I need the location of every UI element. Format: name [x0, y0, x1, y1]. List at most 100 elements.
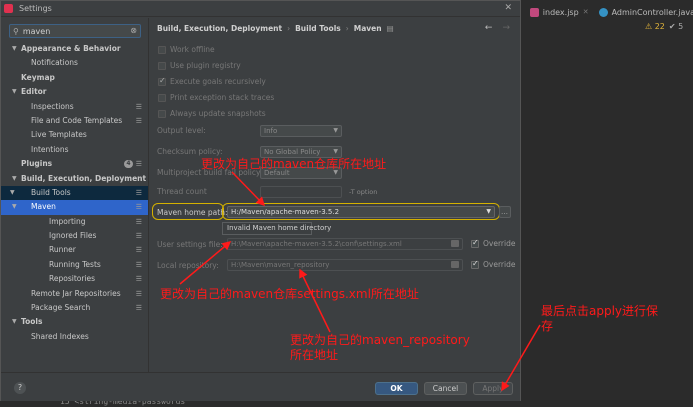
- editor-tabs: a✕ index.jsp✕ AdminController.java: [505, 3, 693, 21]
- tree-item-label: Live Templates: [31, 130, 87, 140]
- tree-item-build-execution-deployment[interactable]: ▼ Build, Execution, Deployment: [1, 172, 148, 186]
- chevron-down-icon: ▼: [333, 148, 338, 155]
- tree-item-label: Appearance & Behavior: [21, 44, 121, 53]
- tree-item-label: Tools: [21, 317, 43, 327]
- chevron-down-icon[interactable]: ▼: [10, 186, 15, 200]
- checksum-policy-label: Checksum policy:: [157, 147, 223, 156]
- tree-item-repositories[interactable]: Repositories ☰: [1, 272, 148, 286]
- chevron-down-icon[interactable]: ▼: [12, 200, 17, 214]
- breadcrumb: Build, Execution, Deployment › Build Too…: [157, 24, 394, 33]
- tree-item-label: Keymap: [21, 72, 55, 82]
- tree-item-label: Intentions: [31, 144, 69, 154]
- local-repo-input[interactable]: H:\Maven\maven_repository: [227, 259, 463, 271]
- java-class-icon: [598, 7, 608, 17]
- close-icon[interactable]: ✕: [583, 8, 589, 16]
- project-scope-icon: ☰: [135, 260, 142, 269]
- thread-count-input[interactable]: [260, 186, 342, 198]
- ok-button[interactable]: OK: [375, 382, 418, 395]
- tree-item-tools[interactable]: ▼ Tools: [1, 315, 148, 329]
- inspection-widget[interactable]: ⚠ 22 ✔ 5: [645, 22, 683, 31]
- tree-item-notifications[interactable]: Notifications: [1, 56, 148, 70]
- project-scope-icon: ☰: [135, 102, 142, 111]
- tree-item-label: Importing: [49, 216, 86, 226]
- stack-traces-checkbox[interactable]: [158, 93, 166, 102]
- validation-error-tooltip: Invalid Maven home directory: [222, 222, 331, 235]
- user-settings-input[interactable]: H:\Maven\apache-maven-3.5.2\conf\setting…: [227, 238, 463, 250]
- tree-item-appearance-behavior[interactable]: ▼ Appearance & Behavior: [1, 42, 148, 56]
- close-icon[interactable]: ✕: [504, 3, 512, 13]
- dialog-titlebar: Settings ✕: [1, 1, 520, 17]
- folder-icon[interactable]: [451, 261, 459, 268]
- breadcrumb-item: Build Tools: [295, 24, 341, 33]
- local-repo-override-checkbox[interactable]: [471, 259, 479, 269]
- back-arrow-icon[interactable]: ←: [485, 23, 493, 33]
- tree-item-package-search[interactable]: Package Search ☰: [1, 301, 148, 315]
- forward-arrow-icon[interactable]: →: [502, 23, 510, 33]
- tree-item-label: Inspections: [31, 101, 74, 111]
- chevron-down-icon[interactable]: ▼: [12, 85, 17, 99]
- editor-tab-index-jsp[interactable]: index.jsp ✕: [529, 7, 589, 17]
- user-settings-override[interactable]: Override: [471, 238, 515, 248]
- tree-item-live-templates[interactable]: Live Templates: [1, 128, 148, 142]
- tree-item-shared-indexes[interactable]: Shared Indexes: [1, 330, 148, 344]
- tree-item-inspections[interactable]: Inspections ☰: [1, 100, 148, 114]
- goals-recursive-checkbox[interactable]: [158, 76, 166, 86]
- annotation-local-repo-line1: 更改为自己的maven_repository: [290, 333, 470, 347]
- tree-item-label: Build Tools: [31, 187, 71, 197]
- tree-item-keymap[interactable]: Keymap: [1, 71, 148, 85]
- apply-button[interactable]: Apply: [473, 382, 513, 395]
- jsp-file-icon: [529, 7, 539, 17]
- tree-item-importing[interactable]: Importing ☰: [1, 215, 148, 229]
- plugin-registry-checkbox[interactable]: [158, 61, 166, 70]
- local-repo-override[interactable]: Override: [471, 259, 515, 269]
- breadcrumb-separator: ›: [345, 24, 349, 33]
- hint-count: ✔ 5: [668, 22, 684, 31]
- clear-search-icon[interactable]: ⊗: [130, 26, 137, 35]
- settings-tree: ▼ Appearance & Behavior Notifications Keyma…: [1, 42, 148, 344]
- tree-item-label: Running Tests: [49, 259, 101, 269]
- tree-item-label: Repositories: [49, 274, 96, 284]
- thread-count-hint: -T option: [349, 188, 378, 196]
- project-scope-icon: ☰: [135, 246, 142, 255]
- tree-item-label: Remote Jar Repositories: [31, 288, 121, 298]
- tree-item-intentions[interactable]: Intentions: [1, 143, 148, 157]
- settings-search: ⚲ ⊗: [9, 24, 141, 38]
- user-settings-override-checkbox[interactable]: [471, 238, 479, 248]
- output-level-label: Output level:: [157, 126, 206, 135]
- user-settings-label: User settings file:: [157, 240, 223, 249]
- plugin-registry-option[interactable]: Use plugin registry: [158, 61, 241, 70]
- maven-settings-panel: Build, Execution, Deployment › Build Too…: [149, 18, 520, 372]
- update-snapshots-option[interactable]: Always update snapshots: [158, 109, 266, 118]
- annotation-apply-line2: 存: [541, 319, 554, 333]
- output-level-select[interactable]: Info ▼: [260, 125, 342, 137]
- maven-home-select[interactable]: H:/Maven/apache-maven-3.5.2 ▼: [227, 206, 495, 218]
- folder-icon[interactable]: [451, 240, 459, 247]
- project-scope-icon: ☰: [135, 289, 142, 298]
- project-scope-icon: ☰: [135, 116, 142, 125]
- stack-traces-option[interactable]: Print exception stack traces: [158, 93, 274, 102]
- search-input[interactable]: [22, 26, 123, 36]
- tree-item-build-tools[interactable]: ▼ Build Tools ☰: [1, 185, 148, 201]
- work-offline-checkbox[interactable]: [158, 45, 166, 54]
- tree-item-maven[interactable]: ▼ Maven ☰: [1, 200, 148, 215]
- tree-item-remote-jar-repositories[interactable]: Remote Jar Repositories ☰: [1, 287, 148, 301]
- tree-item-running-tests[interactable]: Running Tests ☰: [1, 258, 148, 272]
- tree-item-editor[interactable]: ▼ Editor: [1, 85, 148, 99]
- tree-item-plugins[interactable]: Plugins 4 ☰: [1, 157, 148, 171]
- goals-recursive-option[interactable]: Execute goals recursively: [158, 76, 266, 86]
- chevron-down-icon[interactable]: ▼: [12, 172, 17, 186]
- tree-item-file-and-code-templates[interactable]: File and Code Templates ☰: [1, 114, 148, 128]
- breadcrumb-item: Build, Execution, Deployment: [157, 24, 283, 33]
- local-repo-label: Local repository:: [157, 261, 219, 270]
- tree-item-ignored-files[interactable]: Ignored Files ☰: [1, 229, 148, 243]
- tree-item-label: Shared Indexes: [31, 331, 89, 341]
- update-snapshots-checkbox[interactable]: [158, 109, 166, 118]
- cancel-button[interactable]: Cancel: [424, 382, 467, 395]
- chevron-down-icon[interactable]: ▼: [12, 42, 17, 56]
- work-offline-option[interactable]: Work offline: [158, 45, 215, 54]
- browse-button[interactable]: …: [499, 206, 511, 218]
- editor-tab-admincontroller[interactable]: AdminController.java: [598, 7, 693, 17]
- tree-item-runner[interactable]: Runner ☰: [1, 243, 148, 257]
- chevron-down-icon[interactable]: ▼: [12, 315, 17, 329]
- help-button[interactable]: ?: [14, 382, 26, 394]
